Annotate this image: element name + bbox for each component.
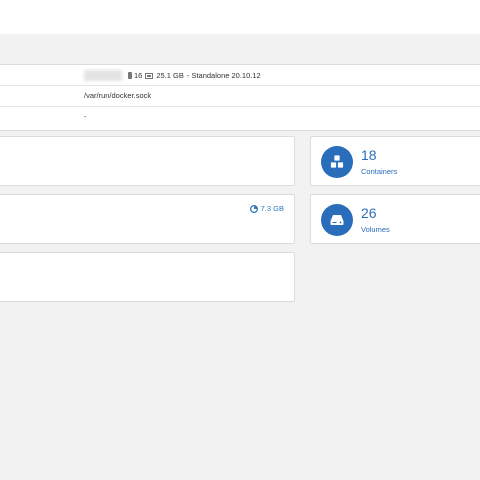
top-header	[0, 0, 480, 34]
cpu-count: 16	[134, 71, 143, 80]
dashboard-panel-stacks[interactable]	[0, 136, 295, 186]
cpu-icon	[128, 72, 132, 79]
dashboard-panel-images[interactable]: 7.3 GB	[0, 194, 295, 244]
memory-icon	[145, 72, 154, 79]
hdd-icon	[321, 204, 353, 236]
pie-chart-icon	[249, 204, 258, 213]
containers-stat-card[interactable]: 18 Containers	[310, 136, 480, 186]
dashboard-panel-networks[interactable]	[0, 252, 295, 302]
breadcrumb-bar	[0, 34, 480, 64]
endpoint-info-table: 16 25.1 GB - Standalone 20.10.12 /var/ru…	[0, 64, 480, 131]
endpoint-info-cell: 16 25.1 GB - Standalone 20.10.12	[84, 70, 261, 81]
volumes-label: Volumes	[361, 225, 390, 234]
volumes-count: 26	[361, 205, 377, 221]
images-disk-usage: 7.3 GB	[249, 204, 284, 213]
endpoint-tags: -	[84, 112, 87, 121]
volumes-stat-card[interactable]: 26 Volumes	[310, 194, 480, 244]
endpoint-row-tags: -	[0, 107, 480, 130]
memory-size: 25.1 GB	[156, 71, 184, 80]
cubes-icon	[321, 146, 353, 178]
endpoint-row-url: /var/run/docker.sock	[0, 86, 480, 107]
containers-count: 18	[361, 147, 377, 163]
images-disk-size: 7.3 GB	[260, 204, 284, 213]
redacted-name	[84, 70, 122, 81]
endpoint-row-info: 16 25.1 GB - Standalone 20.10.12	[0, 65, 480, 86]
containers-label: Containers	[361, 167, 398, 176]
endpoint-url: /var/run/docker.sock	[84, 91, 152, 100]
endpoint-mode: - Standalone 20.10.12	[186, 71, 261, 80]
